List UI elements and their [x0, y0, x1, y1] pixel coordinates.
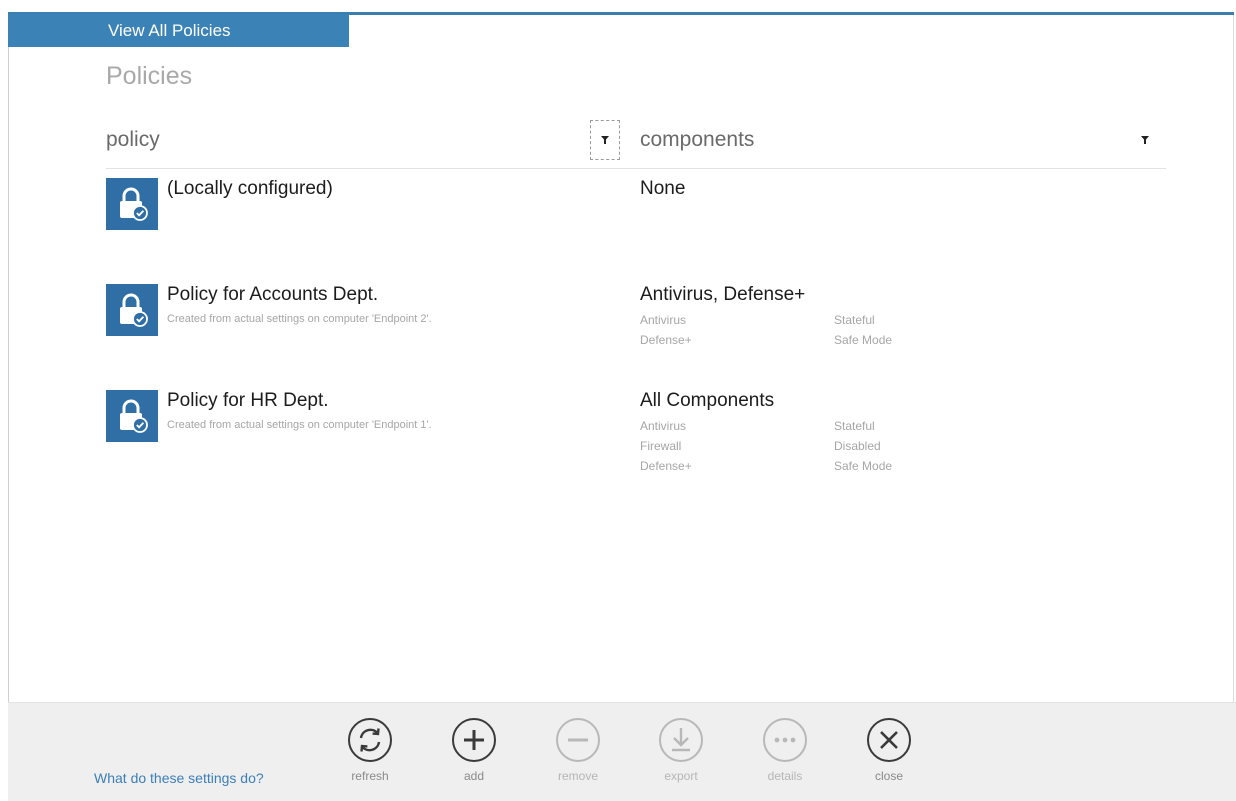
refresh-label: refresh	[351, 769, 389, 783]
component-state: Stateful	[834, 313, 875, 327]
download-icon	[659, 718, 703, 762]
header-divider	[106, 168, 1166, 169]
ellipsis-icon	[763, 718, 807, 762]
add-button[interactable]: add	[434, 717, 514, 783]
policy-name: (Locally configured)	[167, 178, 333, 199]
help-link[interactable]: What do these settings do?	[94, 770, 264, 786]
component-name: Defense+	[640, 333, 692, 347]
policy-row[interactable]: Policy for HR Dept. Created from actual …	[106, 390, 1206, 480]
components-list: Antivirus Stateful Firewall Disabled Def…	[640, 419, 960, 479]
policy-description: Created from actual settings on computer…	[167, 313, 432, 325]
refresh-button[interactable]: refresh	[330, 717, 410, 783]
policy-description: Created from actual settings on computer…	[167, 419, 432, 431]
refresh-icon	[348, 718, 392, 762]
component-entry: Antivirus Stateful	[640, 313, 960, 333]
components-summary: Antivirus, Defense+	[640, 284, 806, 305]
component-name: Defense+	[640, 459, 692, 473]
policy-name: Policy for Accounts Dept.	[167, 284, 379, 305]
policy-lock-icon	[106, 284, 158, 336]
filter-icon	[1141, 136, 1149, 144]
page-title: Policies	[106, 62, 193, 90]
component-state: Safe Mode	[834, 459, 893, 473]
window-left-border	[8, 12, 9, 800]
export-label: export	[664, 769, 698, 783]
policy-lock-icon	[106, 178, 158, 230]
component-name: Firewall	[640, 439, 682, 453]
component-entry: Antivirus Stateful	[640, 419, 960, 439]
component-name: Antivirus	[640, 419, 687, 433]
filter-icon	[601, 136, 609, 144]
policy-row[interactable]: (Locally configured) None	[106, 178, 1206, 268]
minus-icon	[556, 718, 600, 762]
component-state: Safe Mode	[834, 333, 893, 347]
plus-icon	[452, 718, 496, 762]
policy-lock-icon	[106, 390, 158, 442]
close-icon	[867, 718, 911, 762]
column-header-policy[interactable]: policy	[106, 128, 160, 152]
close-label: close	[874, 769, 903, 783]
components-summary: None	[640, 178, 686, 199]
component-name: Antivirus	[640, 313, 687, 327]
policy-name: Policy for HR Dept.	[167, 390, 329, 411]
component-entry: Defense+ Safe Mode	[640, 333, 960, 353]
component-entry: Defense+ Safe Mode	[640, 459, 960, 479]
column-header-components[interactable]: components	[640, 128, 754, 152]
remove-label: remove	[557, 769, 598, 783]
close-button[interactable]: close	[849, 717, 929, 783]
components-summary: All Components	[640, 390, 775, 411]
component-entry: Firewall Disabled	[640, 439, 960, 459]
components-filter-button[interactable]	[1130, 120, 1160, 160]
components-list: Antivirus Stateful Defense+ Safe Mode	[640, 313, 960, 353]
export-button[interactable]: export	[641, 717, 721, 783]
details-button[interactable]: details	[745, 717, 825, 783]
add-label: add	[463, 769, 485, 783]
component-state: Stateful	[834, 419, 875, 433]
component-state: Disabled	[834, 439, 881, 453]
policy-filter-button[interactable]	[590, 120, 620, 160]
window-right-border	[1233, 12, 1234, 712]
policy-row[interactable]: Policy for Accounts Dept. Created from a…	[106, 284, 1206, 374]
details-label: details	[767, 769, 803, 783]
tab-view-all-policies[interactable]: View All Policies	[8, 14, 349, 47]
app-bar: What do these settings do? refresh add r…	[8, 702, 1236, 801]
remove-button[interactable]: remove	[538, 717, 618, 783]
